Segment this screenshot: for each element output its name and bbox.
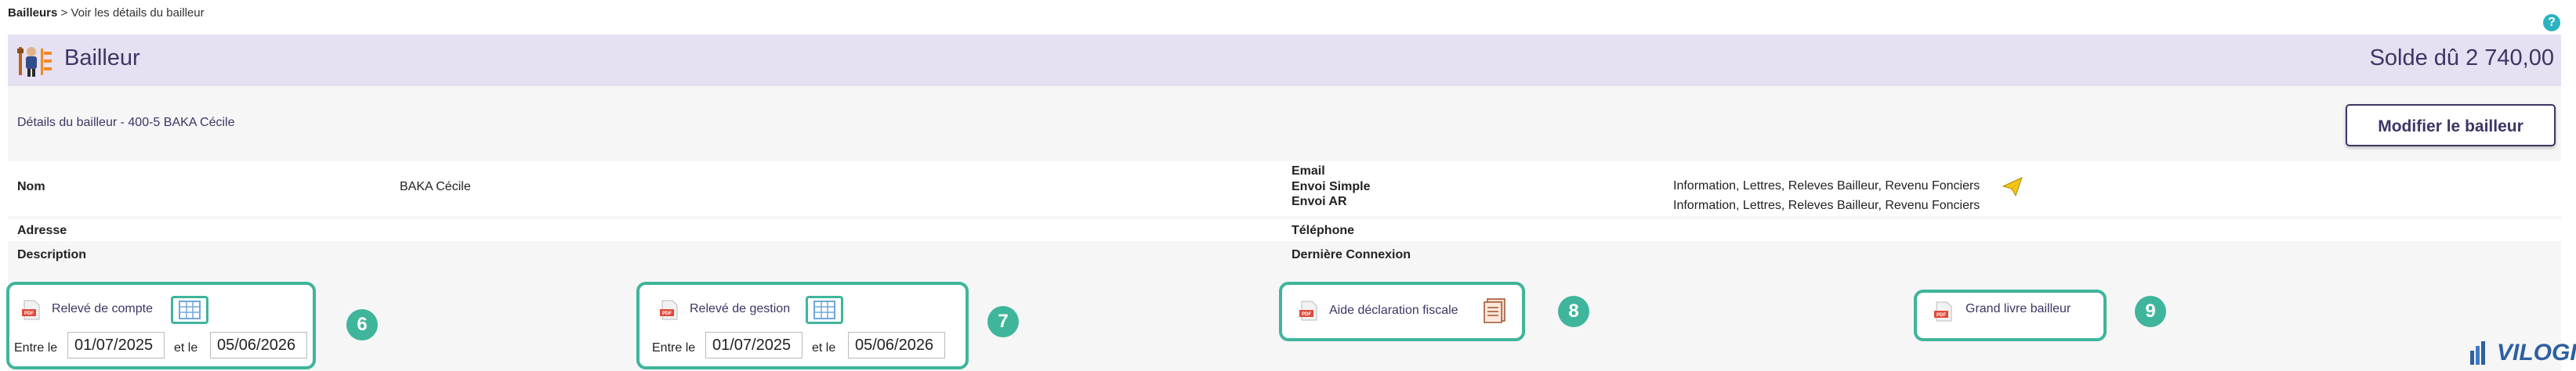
number-badge: 8 <box>1558 296 1589 327</box>
breadcrumb: Bailleurs > Voir les détails du bailleur <box>8 6 205 20</box>
adresse-label: Adresse <box>17 224 67 237</box>
vilogi-logo-mark <box>2469 338 2492 366</box>
pdf-icon[interactable]: PDF <box>20 299 42 321</box>
edit-landlord-button[interactable]: Modifier le bailleur <box>2346 104 2556 146</box>
releve-gestion-label[interactable]: Relevé de gestion <box>690 302 790 316</box>
info-row-address <box>8 219 2561 241</box>
grand-livre-label[interactable]: Grand livre bailleur <box>1966 302 2071 316</box>
breadcrumb-current: Voir les détails du bailleur <box>71 6 205 20</box>
pdf-icon[interactable]: PDF <box>1298 300 1320 322</box>
svg-text:PDF: PDF <box>24 312 34 316</box>
description-label: Description <box>17 248 87 261</box>
pdf-icon[interactable]: PDF <box>1933 301 1955 322</box>
from-label: Entre le <box>14 341 58 355</box>
envoi-ar-label: Envoi AR <box>1292 195 1347 208</box>
envoi-simple-label: Envoi Simple <box>1292 180 1371 193</box>
number-badge: 9 <box>2135 296 2166 327</box>
details-title: Détails du bailleur - 400-5 BAKA Cécile <box>17 116 235 129</box>
breadcrumb-separator: > <box>57 6 71 20</box>
to-label: et le <box>812 341 836 355</box>
start-date-input[interactable]: 01/07/2025 <box>67 332 165 358</box>
envoi-ar-value: Information, Lettres, Releves Bailleur, … <box>1673 199 1980 212</box>
start-date-input[interactable]: 01/07/2025 <box>705 332 803 358</box>
nom-label: Nom <box>17 180 45 193</box>
pdf-icon[interactable]: PDF <box>658 299 680 321</box>
spreadsheet-button[interactable] <box>171 296 208 324</box>
landlord-icon <box>17 44 53 78</box>
svg-text:PDF: PDF <box>1937 313 1946 318</box>
balance-due: Solde dû 2 740,00 <box>2369 45 2554 70</box>
info-row-name <box>8 161 2561 216</box>
svg-text:PDF: PDF <box>662 312 672 316</box>
table-icon <box>179 301 201 319</box>
end-date-input[interactable]: 05/06/2026 <box>210 332 307 358</box>
spreadsheet-button[interactable] <box>806 296 843 324</box>
tax-document-icon[interactable] <box>1483 297 1506 324</box>
info-row-description <box>8 243 2561 265</box>
end-date-input[interactable]: 05/06/2026 <box>848 332 945 358</box>
breadcrumb-link-bailleurs[interactable]: Bailleurs <box>8 6 57 20</box>
svg-text:PDF: PDF <box>1302 312 1311 317</box>
table-icon <box>813 301 835 319</box>
aide-fiscale-label[interactable]: Aide déclaration fiscale <box>1329 304 1458 318</box>
nom-value: BAKA Cécile <box>400 180 471 193</box>
help-icon[interactable]: ? <box>2543 14 2560 31</box>
derniere-connexion-label: Dernière Connexion <box>1292 248 1411 261</box>
page-title: Bailleur <box>64 45 140 70</box>
telephone-label: Téléphone <box>1292 224 1355 237</box>
header-band <box>8 34 2561 86</box>
email-label: Email <box>1292 164 1325 178</box>
number-badge: 7 <box>987 306 1019 337</box>
to-label: et le <box>174 341 198 355</box>
from-label: Entre le <box>652 341 696 355</box>
vilogi-logo: VILOGI <box>2497 340 2576 366</box>
releve-compte-label[interactable]: Relevé de compte <box>52 302 153 316</box>
envoi-simple-value: Information, Lettres, Releves Bailleur, … <box>1673 179 1980 193</box>
paper-plane-icon[interactable] <box>2002 175 2023 197</box>
number-badge: 6 <box>346 309 378 340</box>
